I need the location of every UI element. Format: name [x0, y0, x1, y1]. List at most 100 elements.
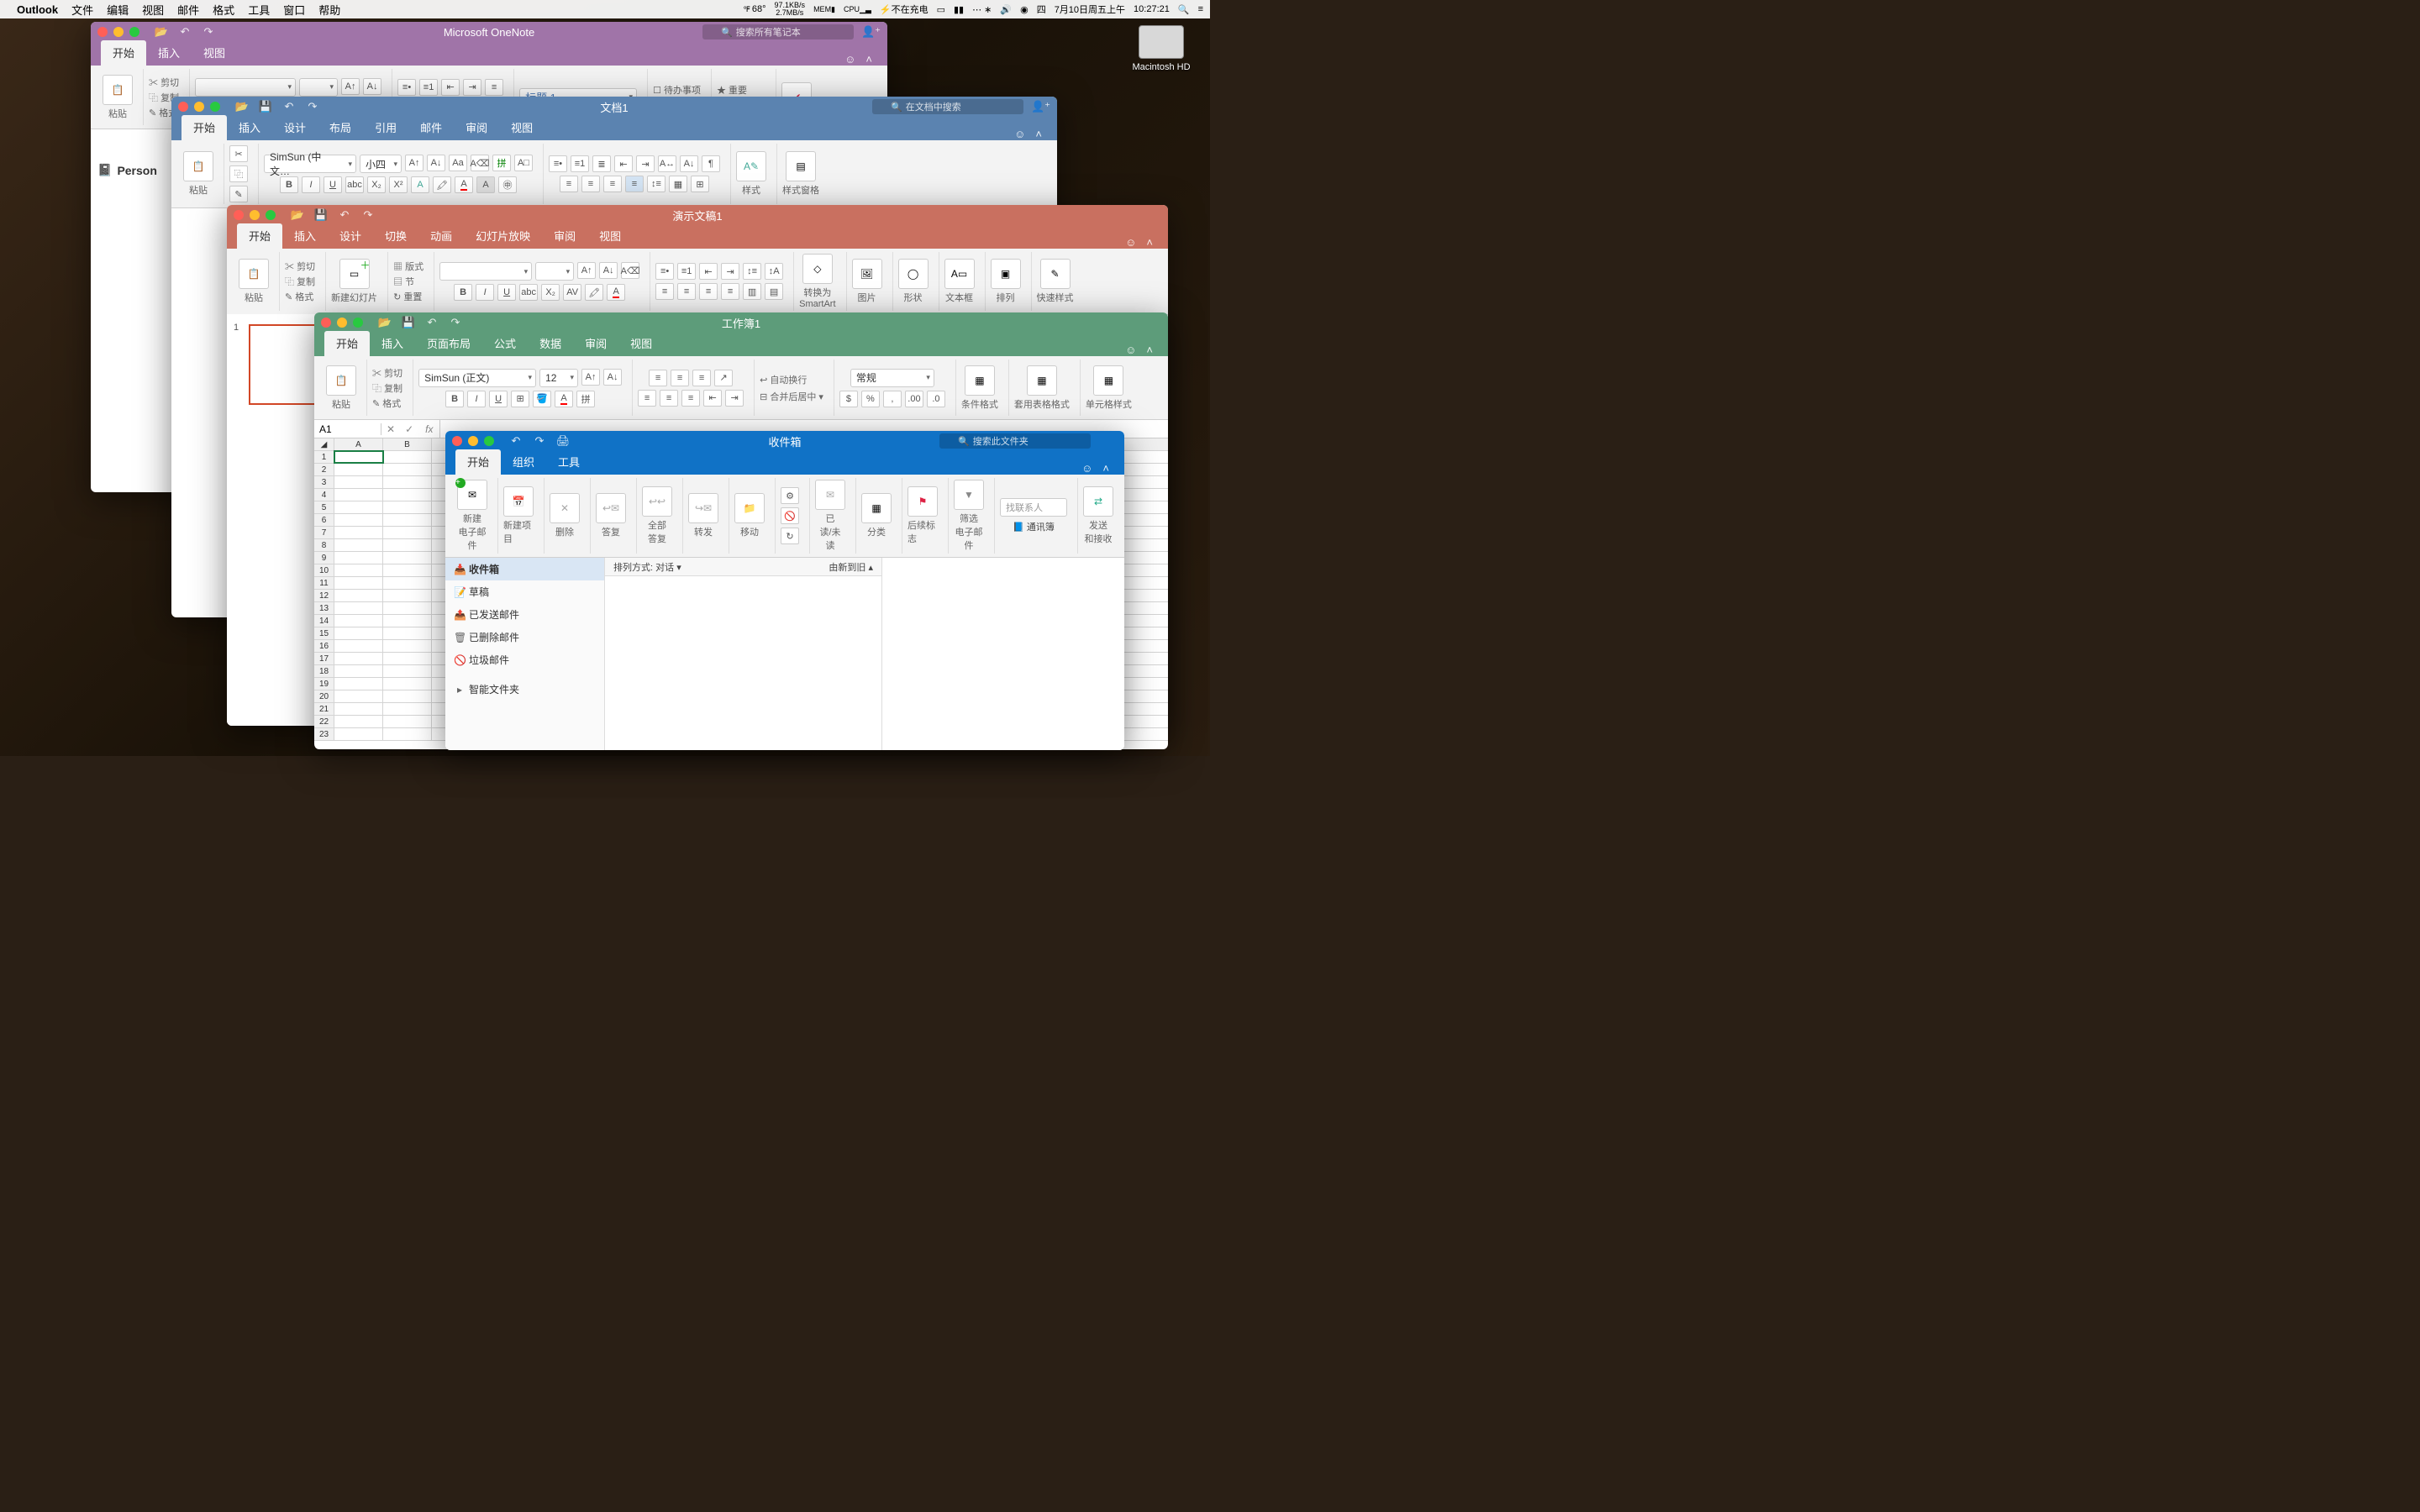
junk-button[interactable]: 🚫 [781, 507, 799, 524]
save-icon[interactable]: 💾 [259, 100, 272, 113]
row-header[interactable]: 3 [314, 476, 334, 488]
tab-insert[interactable]: 插入 [370, 331, 415, 356]
styles-button[interactable]: A✎ [736, 151, 766, 181]
move-button[interactable]: 📁 [734, 493, 765, 523]
bullets-button[interactable]: ≡• [397, 79, 416, 96]
picture-button[interactable]: 🖼 [852, 259, 882, 289]
status-time[interactable]: 10:27:21 [1134, 4, 1170, 14]
cell[interactable] [383, 653, 432, 664]
collapse-ribbon-icon[interactable]: ˄ [865, 53, 872, 66]
indent-button[interactable]: ⇥ [725, 390, 744, 407]
font-color-button[interactable]: A [607, 284, 625, 301]
cell[interactable] [383, 728, 432, 740]
borders-button[interactable]: ⊞ [511, 391, 529, 407]
outdent-button[interactable]: ⇤ [441, 79, 460, 96]
outdent-button[interactable]: ⇤ [614, 155, 633, 172]
row-header[interactable]: 17 [314, 653, 334, 664]
open-icon[interactable]: 📂 [155, 25, 168, 39]
cell[interactable] [334, 501, 383, 513]
font-combo[interactable] [439, 262, 532, 281]
row-header[interactable]: 1 [314, 451, 334, 463]
close-button[interactable] [97, 27, 108, 37]
redo-icon[interactable]: ↷ [202, 25, 215, 39]
cancel-icon[interactable]: ✕ [381, 423, 400, 435]
arrange-button[interactable]: ▣ [991, 259, 1021, 289]
superscript-button[interactable]: X² [389, 176, 408, 193]
folder-deleted[interactable]: 🗑已删除邮件 [445, 626, 604, 648]
format-painter-button[interactable]: ✎ 格式 [372, 396, 401, 410]
wrap-text-button[interactable]: ↩ 自动换行 [760, 373, 807, 386]
folder-inbox[interactable]: 📥收件箱 [445, 558, 604, 580]
cell[interactable] [334, 590, 383, 601]
align-left-button[interactable]: ≡ [560, 176, 578, 192]
outdent-button[interactable]: ⇤ [699, 263, 718, 280]
highlight-button[interactable]: 🖍 [585, 284, 603, 301]
copy-button[interactable]: ⿻ [229, 165, 248, 182]
number-format-combo[interactable]: 常规 [850, 369, 934, 387]
minimize-button[interactable] [194, 102, 204, 112]
cell[interactable] [334, 451, 383, 463]
undo-icon[interactable]: ↶ [509, 434, 523, 448]
phonetic-button[interactable]: 拼 [576, 391, 595, 407]
menu-file[interactable]: 文件 [71, 2, 93, 18]
smiley-icon[interactable]: ☺ [1081, 462, 1092, 475]
sort-button[interactable]: A↓ [680, 155, 698, 172]
tab-tools[interactable]: 工具 [546, 449, 592, 475]
indent-button[interactable]: ⇥ [636, 155, 655, 172]
tab-insert[interactable]: 插入 [227, 115, 272, 140]
comma-button[interactable]: , [883, 391, 902, 407]
close-button[interactable] [178, 102, 188, 112]
justify-button[interactable]: ≡ [721, 283, 739, 300]
close-button[interactable] [321, 318, 331, 328]
rules-button[interactable]: ⚙ [781, 487, 799, 504]
list-header[interactable]: 排列方式: 对话 ▾ 由新到旧 ▴ [605, 558, 881, 576]
status-mem-icon[interactable]: MEM▮ [813, 5, 835, 14]
row-header[interactable]: 15 [314, 627, 334, 639]
folder-sent[interactable]: 📤已发送邮件 [445, 603, 604, 626]
table-format-button[interactable]: ▦ [1027, 365, 1057, 396]
ltr-button[interactable]: A↔ [658, 155, 676, 172]
tab-home[interactable]: 开始 [455, 449, 501, 475]
cell[interactable] [334, 577, 383, 589]
enter-icon[interactable]: ✓ [400, 423, 418, 435]
collapse-ribbon-icon[interactable]: ˄ [1146, 344, 1153, 356]
row-header[interactable]: 5 [314, 501, 334, 513]
zoom-button[interactable] [210, 102, 220, 112]
cell[interactable] [383, 514, 432, 526]
numbering-button[interactable]: ≡1 [419, 79, 438, 96]
tab-view[interactable]: 视图 [192, 40, 237, 66]
copy-button[interactable]: ⿻ 复制 [372, 381, 402, 395]
dec-decimal-button[interactable]: .0 [927, 391, 945, 407]
cell[interactable] [334, 728, 383, 740]
print-icon[interactable]: 🖨 [556, 434, 570, 448]
tab-transitions[interactable]: 切换 [373, 223, 418, 249]
strike-button[interactable]: abc [519, 284, 538, 301]
minimize-button[interactable] [468, 436, 478, 446]
smiley-icon[interactable]: ☺ [1125, 236, 1136, 249]
tab-view[interactable]: 视图 [618, 331, 664, 356]
font-combo[interactable]: SimSun (正文) [418, 369, 536, 387]
align-right-button[interactable]: ≡ [681, 390, 700, 407]
underline-button[interactable]: U [489, 391, 508, 407]
cell[interactable] [334, 615, 383, 627]
tab-home[interactable]: 开始 [237, 223, 282, 249]
cell[interactable] [334, 552, 383, 564]
tab-design[interactable]: 设计 [272, 115, 318, 140]
folder-junk[interactable]: 🚫垃圾邮件 [445, 648, 604, 671]
tab-layout[interactable]: 布局 [318, 115, 363, 140]
row-header[interactable]: 20 [314, 690, 334, 702]
multilevel-button[interactable]: ≣ [592, 155, 611, 172]
redo-icon[interactable]: ↷ [306, 100, 319, 113]
cell[interactable] [334, 464, 383, 475]
smiley-icon[interactable]: ☺ [1125, 344, 1136, 356]
strike-button[interactable]: abc [345, 176, 364, 193]
status-volume-icon[interactable]: 🔊 [1000, 4, 1012, 15]
size-combo[interactable] [535, 262, 574, 281]
font-color-button[interactable]: A [455, 176, 473, 193]
cell[interactable] [334, 527, 383, 538]
row-header[interactable]: 4 [314, 489, 334, 501]
folder-smart[interactable]: ▸智能文件夹 [445, 678, 604, 701]
close-button[interactable] [234, 210, 244, 220]
status-bluetooth-icon[interactable]: ⋯ ∗ [972, 4, 992, 15]
grow-font-button[interactable]: A↑ [341, 78, 360, 95]
